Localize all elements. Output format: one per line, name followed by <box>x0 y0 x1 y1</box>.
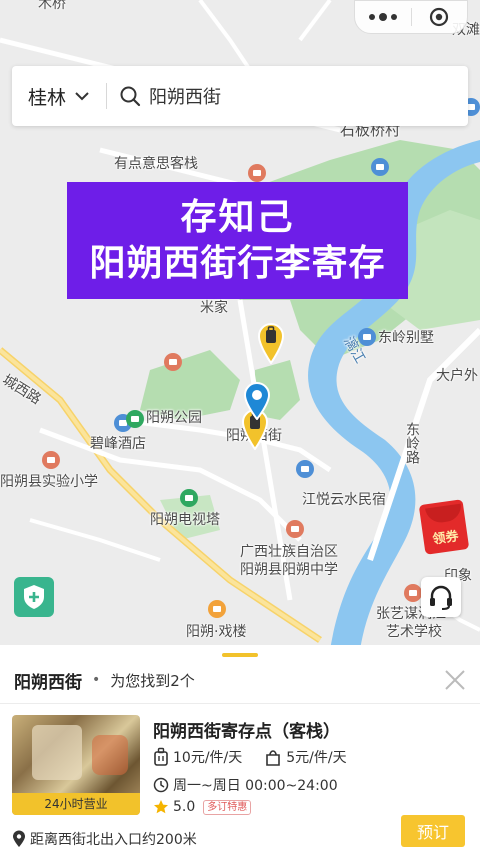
close-icon[interactable] <box>442 667 468 693</box>
school-poi-icon[interactable] <box>404 584 422 602</box>
school-poi-icon[interactable] <box>286 520 304 538</box>
map-label-shiyan-school: 阳朔县实验小学 <box>0 474 98 490</box>
suitcase-icon <box>154 747 168 766</box>
hotel-poi-icon[interactable] <box>371 158 389 176</box>
search-icon <box>120 86 141 107</box>
location-pin-icon <box>243 382 271 420</box>
search-input[interactable] <box>141 85 468 107</box>
customer-service-button[interactable] <box>421 577 461 617</box>
map-label-zhangyimou-2: 艺术学校 <box>386 624 442 640</box>
city-name: 桂林 <box>28 86 67 109</box>
map-label-mijia: 米家 <box>200 300 228 316</box>
discount-tag: 多订特惠 <box>203 799 252 815</box>
search-bar: 桂林 <box>12 66 468 126</box>
chevron-down-icon <box>75 92 89 101</box>
hours-badge: 24小时营业 <box>12 793 140 815</box>
promo-banner: 存知己 阳朔西街行李寄存 <box>67 182 408 299</box>
result-count: 为您找到2个 <box>110 671 195 690</box>
map-label-dahu: 大户外 <box>436 368 478 384</box>
search-divider <box>106 83 107 109</box>
map-label-middle-school-2: 阳朔县阳朔中学 <box>240 562 338 578</box>
mini-program-capsule <box>354 0 468 34</box>
rating-value: 5.0 <box>173 799 196 815</box>
hotel-poi-icon[interactable] <box>296 460 314 478</box>
park-poi-icon[interactable] <box>126 410 144 428</box>
opening-hours: 周一~周日 00:00~24:00 <box>173 778 338 794</box>
map-label-youdian: 有点意思客栈 <box>114 156 198 172</box>
tower-poi-icon[interactable] <box>180 489 198 507</box>
safety-button[interactable] <box>14 577 54 617</box>
close-circle-icon[interactable] <box>411 7 467 27</box>
star-icon <box>154 800 168 814</box>
more-dots-icon[interactable] <box>355 12 411 21</box>
city-selector[interactable]: 桂林 <box>12 66 106 126</box>
sheet-dot-separator: • <box>92 672 101 688</box>
luggage-pin-icon[interactable] <box>257 322 285 364</box>
sheet-header: 阳朔西街 • 为您找到2个 <box>0 659 480 701</box>
store-name: 阳朔西街寄存点（客栈） <box>153 722 340 742</box>
book-button[interactable]: 预订 <box>401 815 465 847</box>
coupon-button[interactable]: 领券 <box>418 498 472 555</box>
school-poi-icon[interactable] <box>42 451 60 469</box>
hotel-poi-icon[interactable] <box>358 328 376 346</box>
map-marker-icon <box>13 830 25 847</box>
map-label-tv-tower: 阳朔电视塔 <box>150 512 220 528</box>
distance-row: 距离西街北出入口约200米 <box>12 829 197 849</box>
map-label-dongling-villa: 东岭别墅 <box>378 330 434 346</box>
headset-icon <box>430 585 452 610</box>
map-label-jiangyue-inn: 江悦云水民宿 <box>302 492 386 508</box>
store-card[interactable]: 24小时营业 阳朔西街寄存点（客栈） 10元/件/天 5元/件/天 周一~周日 … <box>0 711 480 860</box>
theater-poi-icon[interactable] <box>208 600 226 618</box>
sheet-divider <box>0 703 480 704</box>
hours-row: 周一~周日 00:00~24:00 <box>153 775 338 795</box>
sheet-handle[interactable] <box>222 653 258 657</box>
price-small: 10元/件/天 <box>173 750 243 766</box>
food-poi-icon[interactable] <box>248 164 266 182</box>
price-large: 5元/件/天 <box>286 750 347 766</box>
rating-row: 5.0 多订特惠 <box>153 799 252 815</box>
promo-line-1: 存知己 <box>180 196 295 238</box>
results-sheet: 阳朔西街 • 为您找到2个 24小时营业 阳朔西街寄存点（客栈） 10元/件/天 <box>0 645 480 860</box>
map-label-mujiao: 木桥 <box>38 0 66 12</box>
map-label-biefeng-hotel: 碧峰酒店 <box>90 436 146 452</box>
price-row: 10元/件/天 5元/件/天 <box>153 747 369 767</box>
bag-icon <box>266 750 281 766</box>
food-poi-icon[interactable] <box>164 353 182 371</box>
clock-icon <box>153 777 169 793</box>
map-label-yangshuo-park: 阳朔公园 <box>146 410 202 426</box>
sheet-title: 阳朔西街 <box>14 672 82 693</box>
map-label-middle-school-1: 广西壮族自治区 <box>240 544 338 560</box>
map-label-xilou: 阳朔·戏楼 <box>186 624 247 640</box>
distance-text: 距离西街北出入口约200米 <box>30 832 197 848</box>
promo-line-2: 阳朔西街行李寄存 <box>89 242 386 284</box>
shield-plus-icon <box>24 585 44 609</box>
map-label-dongling-road: 东岭路 <box>404 422 420 464</box>
